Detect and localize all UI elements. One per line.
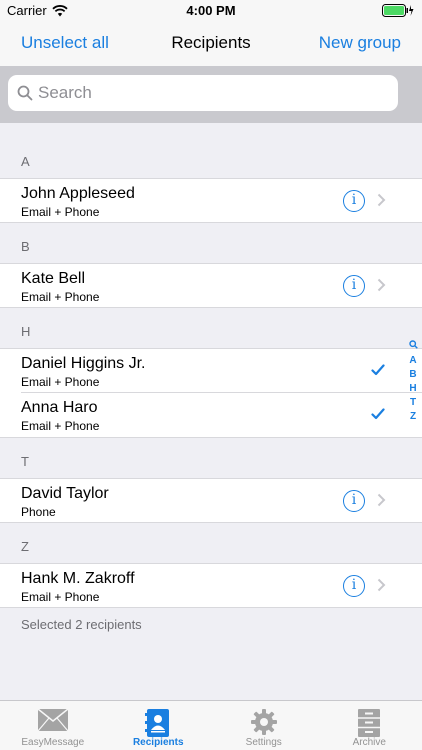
tab-label: Archive: [352, 737, 386, 748]
search-input[interactable]: [38, 75, 388, 111]
tab-label: Recipients: [132, 737, 184, 748]
chevron-right-icon: [377, 493, 386, 512]
clock: 4:00 PM: [186, 3, 236, 18]
list-footer: Selected 2 recipients: [0, 608, 422, 638]
chevron-right-icon: [377, 193, 386, 212]
contact-name: Daniel Higgins Jr.: [21, 355, 146, 372]
index-letter[interactable]: T: [406, 396, 420, 410]
row-divider: [21, 392, 422, 393]
contact-detail: Email + Phone: [21, 590, 100, 604]
index-letter[interactable]: A: [406, 354, 420, 368]
recipients-list: A John Appleseed Email + Phone i B Kate …: [0, 123, 422, 638]
section-header-a: A: [21, 154, 30, 169]
checkmark-icon: [371, 363, 385, 381]
section-header-t: T: [21, 454, 29, 469]
navigation-bar: Unselect all Recipients New group: [0, 22, 422, 66]
selection-count: Selected 2 recipients: [21, 617, 142, 632]
battery-icon: [382, 4, 414, 22]
search-bar: [0, 66, 422, 123]
tab-bar: EasyMessage Recipients Settings Archive: [0, 700, 422, 750]
tab-archive[interactable]: Archive: [317, 701, 422, 750]
index-search-icon[interactable]: [406, 340, 420, 354]
tab-label: Settings: [245, 737, 282, 748]
info-icon[interactable]: i: [343, 575, 365, 597]
contact-detail: Email + Phone: [21, 290, 100, 304]
tab-settings[interactable]: Settings: [211, 701, 317, 750]
contact-detail: Email + Phone: [21, 205, 100, 219]
search-field[interactable]: [8, 75, 398, 111]
info-icon[interactable]: i: [343, 190, 365, 212]
contact-name: John Appleseed: [21, 185, 135, 202]
checkmark-icon: [371, 407, 385, 425]
new-group-button[interactable]: New group: [319, 33, 401, 53]
section-header-b: B: [21, 239, 30, 254]
contact-name: Kate Bell: [21, 270, 86, 287]
contact-row-anna-haro[interactable]: Anna Haro Email + Phone: [0, 392, 422, 438]
chevron-right-icon: [377, 578, 386, 597]
tab-easymessage[interactable]: EasyMessage: [0, 701, 106, 750]
envelope-icon: [37, 708, 69, 737]
index-letter[interactable]: H: [406, 382, 420, 396]
info-icon[interactable]: i: [343, 490, 365, 512]
tab-label: EasyMessage: [21, 737, 85, 748]
contact-detail: Email + Phone: [21, 419, 100, 433]
section-header-z: Z: [21, 539, 29, 554]
contact-name: Hank M. Zakroff: [21, 570, 135, 587]
contact-row-hank-zakroff[interactable]: Hank M. Zakroff Email + Phone i: [0, 563, 422, 608]
contact-row-david-taylor[interactable]: David Taylor Phone i: [0, 478, 422, 523]
index-letter[interactable]: Z: [406, 410, 420, 424]
contact-detail: Email + Phone: [21, 375, 100, 389]
contact-row-kate-bell[interactable]: Kate Bell Email + Phone i: [0, 263, 422, 308]
info-icon[interactable]: i: [343, 275, 365, 297]
contact-detail: Phone: [21, 505, 56, 519]
contact-row-daniel-higgins[interactable]: Daniel Higgins Jr. Email + Phone: [0, 348, 422, 393]
contact-name: Anna Haro: [21, 399, 98, 416]
contact-name: David Taylor: [21, 485, 109, 502]
index-letter[interactable]: B: [406, 368, 420, 382]
section-index[interactable]: A B H T Z: [406, 340, 420, 424]
chevron-right-icon: [377, 278, 386, 297]
contact-row-john-appleseed[interactable]: John Appleseed Email + Phone i: [0, 178, 422, 223]
tab-recipients[interactable]: Recipients: [106, 701, 212, 750]
status-bar: Carrier 4:00 PM: [0, 0, 422, 22]
search-icon: [17, 85, 33, 106]
section-header-h: H: [21, 324, 31, 339]
